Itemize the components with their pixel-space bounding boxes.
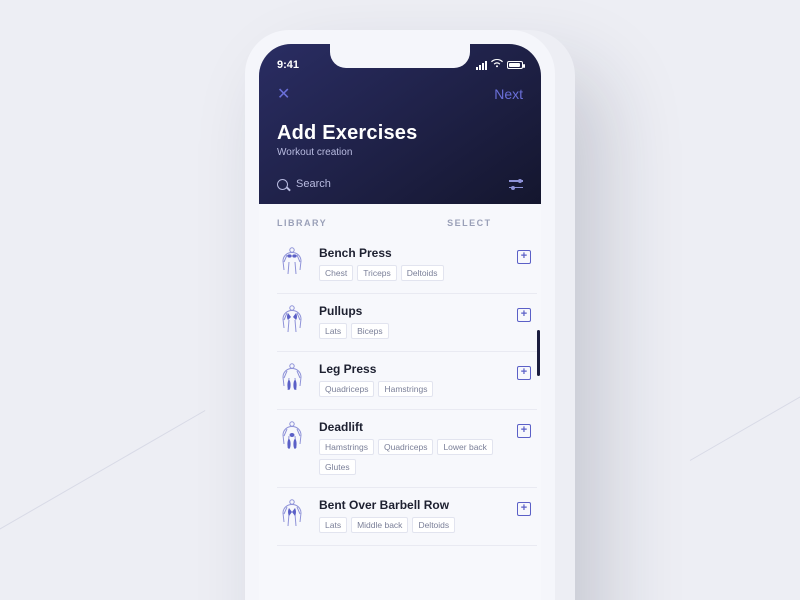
add-exercise-button[interactable]: + (517, 424, 531, 438)
battery-icon (507, 61, 523, 69)
muscle-chips: QuadricepsHamstrings (319, 381, 503, 397)
muscle-chip: Lower back (437, 439, 492, 455)
add-exercise-button[interactable]: + (517, 366, 531, 380)
exercise-list: Bench Press ChestTricepsDeltoids + Pullu… (259, 236, 541, 546)
search-input[interactable]: Search (277, 178, 331, 190)
wifi-icon (491, 59, 503, 71)
tabs: LIBRARY SELECT (259, 204, 541, 236)
exercise-name: Deadlift (319, 420, 503, 434)
muscle-chip: Hamstrings (378, 381, 433, 397)
close-button[interactable]: ✕ (277, 84, 290, 104)
screen: 9:41 ✕ Next Add Exercises Workout creati… (259, 44, 541, 600)
exercise-item[interactable]: Leg Press QuadricepsHamstrings + (277, 352, 537, 410)
exercise-name: Leg Press (319, 362, 503, 376)
muscle-chip: Deltoids (412, 517, 455, 533)
muscle-chip: Lats (319, 517, 347, 533)
search-placeholder: Search (296, 178, 331, 190)
muscle-chip: Middle back (351, 517, 408, 533)
muscle-chip: Quadriceps (319, 381, 374, 397)
exercise-item[interactable]: Bent Over Barbell Row LatsMiddle backDel… (277, 488, 537, 546)
notch (330, 44, 470, 68)
muscle-chip: Chest (319, 265, 353, 281)
muscle-diagram-icon (277, 420, 307, 454)
add-exercise-button[interactable]: + (517, 502, 531, 516)
muscle-chip: Quadriceps (378, 439, 433, 455)
muscle-diagram-icon (277, 362, 307, 396)
filter-icon[interactable] (509, 179, 523, 189)
status-time: 9:41 (277, 59, 299, 71)
bg-decor-line (690, 350, 800, 461)
phone-frame: 9:41 ✕ Next Add Exercises Workout creati… (245, 30, 555, 600)
muscle-diagram-icon (277, 246, 307, 280)
muscle-chip: Glutes (319, 459, 356, 475)
muscle-diagram-icon (277, 304, 307, 338)
muscle-chip: Biceps (351, 323, 389, 339)
muscle-chip: Triceps (357, 265, 397, 281)
muscle-chip: Lats (319, 323, 347, 339)
exercise-name: Bent Over Barbell Row (319, 498, 503, 512)
next-button[interactable]: Next (494, 86, 523, 102)
signal-icon (476, 61, 487, 70)
exercise-name: Bench Press (319, 246, 503, 260)
muscle-chips: HamstringsQuadricepsLower back Glutes (319, 439, 503, 475)
muscle-chips: ChestTricepsDeltoids (319, 265, 503, 281)
muscle-chip: Deltoids (401, 265, 444, 281)
exercise-item[interactable]: Bench Press ChestTricepsDeltoids + (277, 236, 537, 294)
scroll-indicator[interactable] (537, 330, 540, 376)
exercise-item[interactable]: Pullups LatsBiceps + (277, 294, 537, 352)
tab-library[interactable]: LIBRARY (277, 218, 327, 228)
search-icon (277, 179, 288, 190)
muscle-chip: Hamstrings (319, 439, 374, 455)
page-subtitle: Workout creation (277, 147, 523, 158)
bg-decor-line (0, 410, 205, 541)
exercise-name: Pullups (319, 304, 503, 318)
muscle-diagram-icon (277, 498, 307, 532)
add-exercise-button[interactable]: + (517, 250, 531, 264)
muscle-chips: LatsMiddle backDeltoids (319, 517, 503, 533)
add-exercise-button[interactable]: + (517, 308, 531, 322)
muscle-chips: LatsBiceps (319, 323, 503, 339)
tab-selected[interactable]: SELECT (447, 218, 492, 228)
exercise-item[interactable]: Deadlift HamstringsQuadricepsLower back G… (277, 410, 537, 488)
header: 9:41 ✕ Next Add Exercises Workout creati… (259, 44, 541, 204)
page-title: Add Exercises (277, 122, 523, 145)
